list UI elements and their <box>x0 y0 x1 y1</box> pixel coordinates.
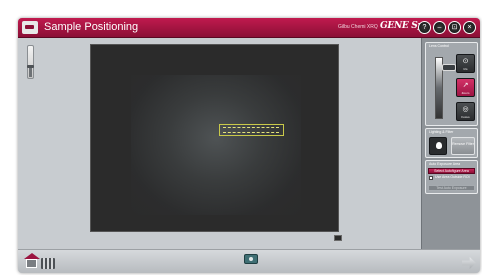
help-button[interactable]: ? <box>418 21 431 34</box>
outside-roi-checkbox[interactable] <box>429 176 433 180</box>
zoom-slider[interactable] <box>27 45 34 79</box>
focus-slider[interactable] <box>435 57 456 119</box>
lens-control-group: Lens Control ⊙ Iris ↗ Zoom ◎ Focus <box>425 42 478 126</box>
title-bar: Sample Positioning Gilbu Chemi XRQ GENE … <box>18 18 480 38</box>
side-panel: Lens Control ⊙ Iris ↗ Zoom ◎ Focus Light… <box>421 38 480 249</box>
remove-filter-button[interactable]: Remove Filter <box>451 137 475 155</box>
maximize-button[interactable]: ⊡ <box>448 21 461 34</box>
snapshot-icon[interactable] <box>334 235 342 241</box>
zoom-slider-thumb[interactable] <box>27 65 34 68</box>
iris-button[interactable]: ⊙ Iris <box>456 54 475 73</box>
monitor-icon <box>22 21 38 34</box>
roi-inner-grid <box>223 127 279 133</box>
lighting-filter-group: Lighting & Filter Remove Filter <box>425 128 478 158</box>
select-area-button[interactable]: Select Autofigure Area <box>428 168 475 174</box>
bottom-toolbar <box>18 249 480 273</box>
sample-image <box>131 75 301 215</box>
camera-preview[interactable] <box>90 44 339 232</box>
zoom-icon: ↗ <box>462 82 469 89</box>
iris-label: Iris <box>463 67 468 71</box>
lighting-filter-title: Lighting & Filter <box>429 130 454 134</box>
focus-slider-thumb[interactable] <box>442 64 456 71</box>
light-bulb-icon[interactable] <box>429 137 447 155</box>
roi-selection-box[interactable] <box>219 124 284 136</box>
close-button[interactable]: × <box>463 21 476 34</box>
arrow-right-icon[interactable] <box>462 257 476 269</box>
focus-button[interactable]: ◎ Focus <box>456 102 475 121</box>
window-title: Sample Positioning <box>44 21 139 33</box>
focus-label: Focus <box>461 115 470 119</box>
zoom-slider-fill <box>29 67 32 77</box>
focus-icon: ◎ <box>462 106 469 113</box>
iris-icon: ⊙ <box>462 58 469 65</box>
minimize-button[interactable]: – <box>433 21 446 34</box>
zoom-button[interactable]: ↗ Zoom <box>456 78 475 97</box>
outside-roi-label: Use Area Outside ROI <box>435 175 470 179</box>
camera-icon[interactable] <box>244 254 258 264</box>
home-icon[interactable] <box>24 253 40 268</box>
auto-exposure-title: Auto Exposure Area <box>429 162 461 166</box>
zoom-label: Zoom <box>461 91 470 95</box>
test-auto-exposure-button[interactable]: Test Auto Exposure <box>428 185 475 191</box>
instrument-name: Gilbu Chemi XRQ <box>338 24 378 30</box>
tools-icon[interactable] <box>41 258 55 269</box>
application-window: Sample Positioning Gilbu Chemi XRQ GENE … <box>18 18 480 273</box>
auto-exposure-group: Auto Exposure Area Select Autofigure Are… <box>425 160 478 194</box>
lens-control-title: Lens Control <box>429 44 449 48</box>
